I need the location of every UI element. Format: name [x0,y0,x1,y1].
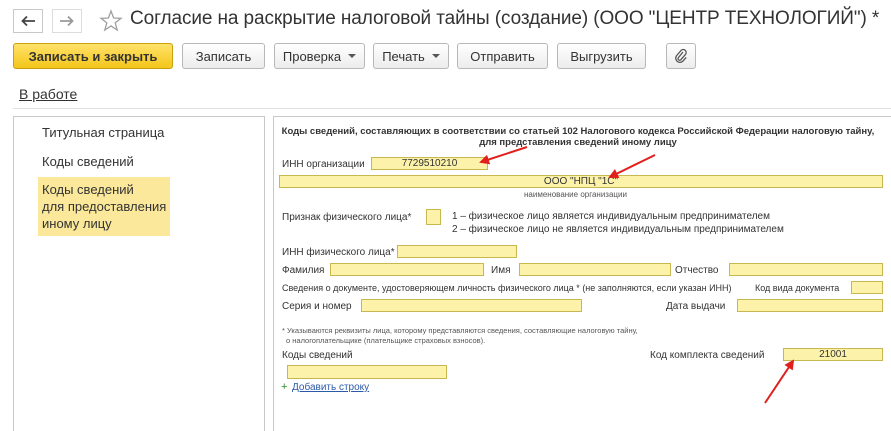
paperclip-icon [675,48,687,63]
individual-flag-label: Признак физического лица* [282,212,412,223]
doc-type-label: Код вида документа [755,283,840,293]
send-button[interactable]: Отправить [457,43,548,69]
status-link[interactable]: В работе [19,86,77,102]
doc-info-label: Сведения о документе, удостоверяющем лич… [282,283,732,293]
add-row-link[interactable]: Добавить строку [292,382,369,393]
surname-label: Фамилия [282,265,325,276]
star-icon [99,9,123,32]
form-heading: Коды сведений, составляющих в соответств… [281,126,875,148]
favorite-button[interactable] [98,8,124,34]
save-and-close-button[interactable]: Записать и закрыть [13,43,173,69]
print-label: Печать [382,48,425,64]
sidebar-item-title-page[interactable]: Титульная страница [42,124,164,141]
flag-option-2: 2 – физическое лицо не является индивиду… [452,224,784,235]
back-button[interactable] [13,9,43,33]
org-name-field[interactable]: ООО "НПЦ "1С" [279,175,883,188]
inn-org-field[interactable]: 7729510210 [371,157,488,170]
forward-button[interactable] [52,9,82,33]
flag-option-1: 1 – физическое лицо является индивидуаль… [452,211,770,222]
attach-button[interactable] [666,43,696,69]
inn-person-field[interactable] [397,245,517,258]
plus-icon: + [281,381,288,393]
check-label: Проверка [282,48,342,64]
doc-type-field[interactable] [851,281,883,294]
series-label: Серия и номер [282,301,352,312]
individual-flag-field[interactable] [426,209,441,225]
footnote-1: * Указываются реквизиты лица, которому п… [282,326,638,335]
export-button[interactable]: Выгрузить [557,43,646,69]
issue-date-field[interactable] [737,299,883,312]
name-label: Имя [491,265,511,276]
name-field[interactable] [519,263,671,276]
save-button[interactable]: Записать [182,43,265,69]
print-dropdown[interactable]: Печать [373,43,449,69]
issue-date-label: Дата выдачи [666,301,726,312]
sidebar-item-codes-for-other[interactable]: Коды сведений для предоставления иному л… [38,177,171,236]
inn-person-label: ИНН физического лица* [282,247,395,258]
sidebar-item-codes[interactable]: Коды сведений [42,153,134,170]
kit-code-label: Код комплекта сведений [650,350,765,361]
kit-code-field[interactable]: 21001 [783,348,883,361]
patronymic-field[interactable] [729,263,883,276]
codes-label: Коды сведений [282,350,353,361]
patronymic-label: Отчество [675,265,719,276]
surname-field[interactable] [330,263,484,276]
series-field[interactable] [361,299,582,312]
footnote-2: о налогоплательщике (плательщике страхов… [286,336,486,345]
arrow-right-icon [60,15,74,27]
org-name-caption: наименование организации [524,190,627,199]
chevron-down-icon [348,54,357,58]
chevron-down-icon [431,54,440,58]
window-title: Согласие на раскрытие налоговой тайны (с… [130,8,880,29]
separator [13,108,891,109]
arrow-left-icon [21,15,35,27]
inn-org-label: ИНН организации [282,159,365,170]
check-dropdown[interactable]: Проверка [274,43,365,69]
codes-field[interactable] [287,365,447,379]
